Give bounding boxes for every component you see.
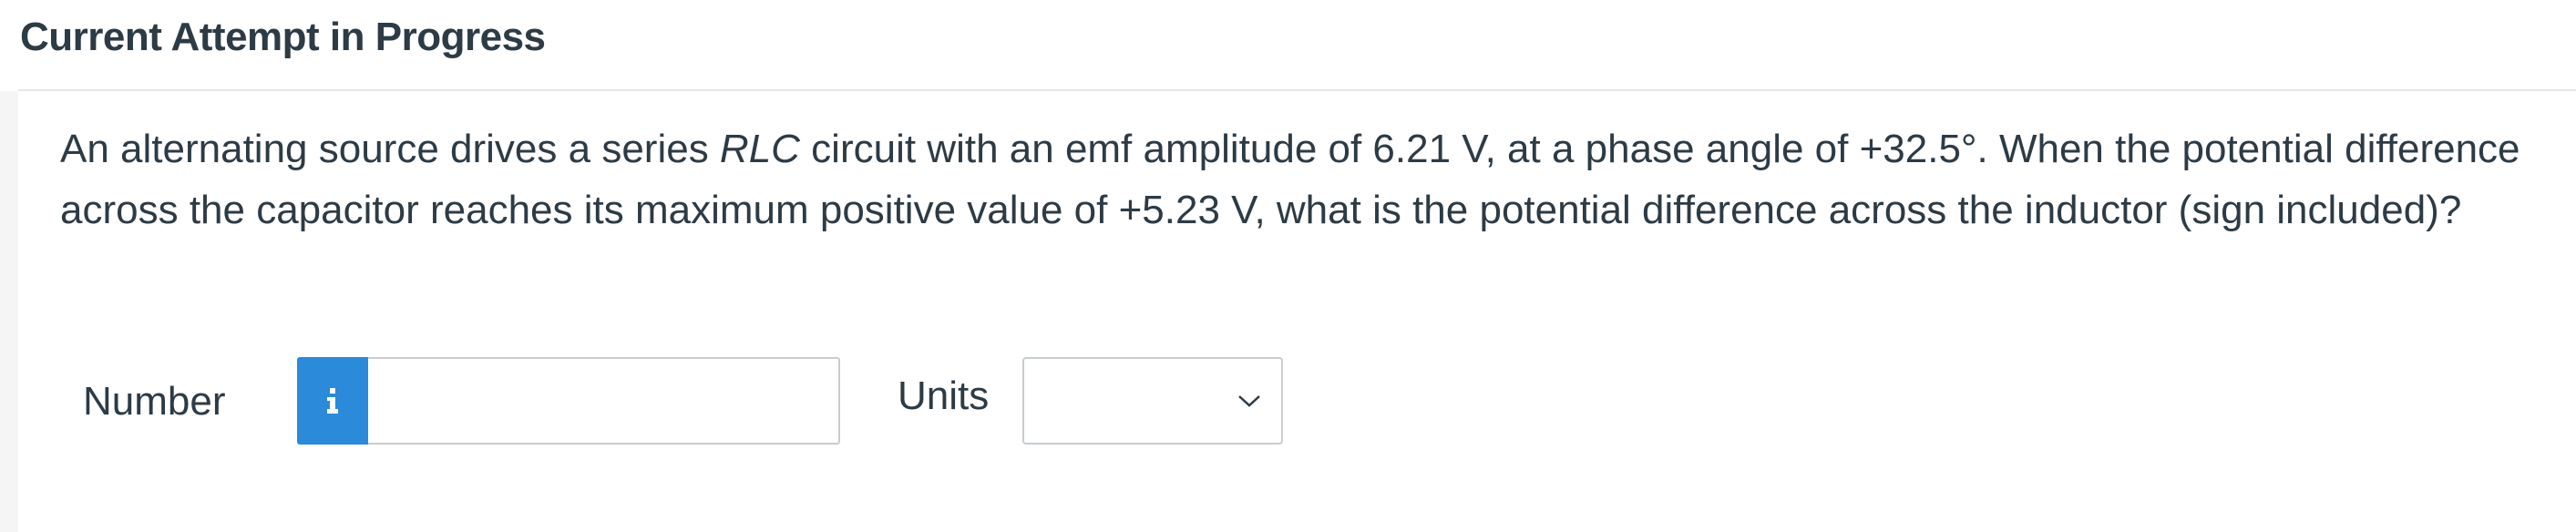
chevron-down-icon xyxy=(1238,395,1260,407)
question-page: Current Attempt in Progress An alternati… xyxy=(0,0,2576,532)
attempt-header: Current Attempt in Progress xyxy=(18,0,2576,91)
units-label: Units xyxy=(898,373,990,418)
question-text-italic: RLC xyxy=(719,127,800,171)
left-gutter xyxy=(0,91,18,532)
number-input[interactable] xyxy=(368,357,840,445)
info-button[interactable] xyxy=(297,357,368,445)
number-label: Number xyxy=(83,379,226,424)
question-text: An alternating source drives a series RL… xyxy=(60,118,2548,240)
answer-row: Number Units xyxy=(0,355,2576,446)
question-text-part-1: An alternating source drives a series xyxy=(60,127,720,171)
info-icon xyxy=(327,388,338,414)
page-title: Current Attempt in Progress xyxy=(20,15,546,59)
units-select[interactable] xyxy=(1022,357,1283,445)
